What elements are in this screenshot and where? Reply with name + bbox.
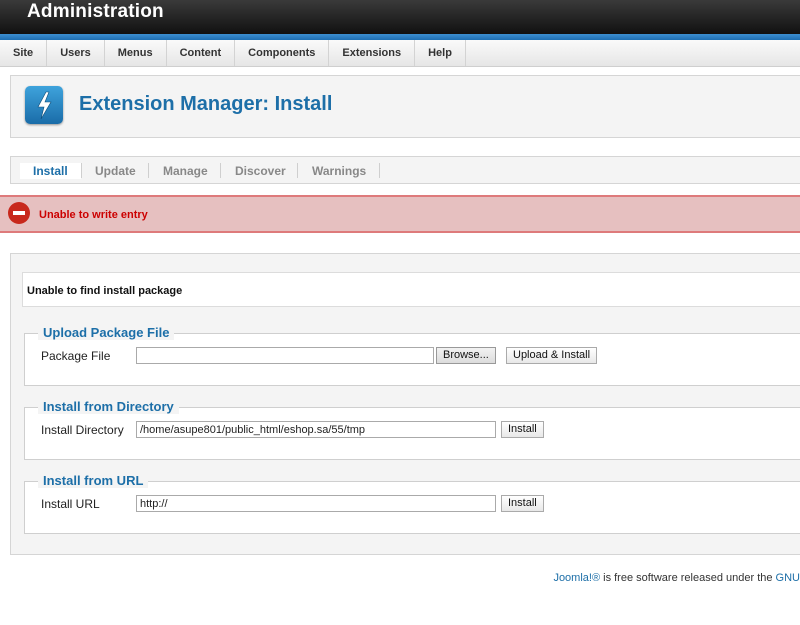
install-url-label: Install URL xyxy=(41,497,100,511)
error-stop-icon xyxy=(8,202,30,224)
browse-button[interactable]: Browse... xyxy=(436,347,496,364)
install-content: Unable to find install package Upload Pa… xyxy=(10,253,800,555)
menu-content[interactable]: Content xyxy=(167,40,236,66)
tab-divider xyxy=(220,163,221,178)
admin-header: Administration xyxy=(0,0,800,34)
menu-users[interactable]: Users xyxy=(47,40,105,66)
submenu-tabs: Install Update Manage Discover Warnings xyxy=(10,156,800,184)
tab-install[interactable]: Install xyxy=(20,163,81,179)
footer-joomla-link[interactable]: Joomla!® xyxy=(553,572,600,584)
error-message: Unable to write entry xyxy=(39,209,148,221)
page-title: Extension Manager: Install xyxy=(79,93,333,115)
tab-manage[interactable]: Manage xyxy=(163,163,208,179)
tab-divider xyxy=(379,163,380,178)
install-directory-input[interactable] xyxy=(136,421,496,438)
menu-site[interactable]: Site xyxy=(0,40,48,66)
footer-text: is free software released under the xyxy=(600,572,776,584)
footer: Joomla!® is free software released under… xyxy=(553,572,800,584)
install-directory-label: Install Directory xyxy=(41,423,124,437)
extension-lightning-icon xyxy=(25,86,63,124)
install-url-input[interactable] xyxy=(136,495,496,512)
tab-divider xyxy=(148,163,149,178)
notice-box: Unable to find install package xyxy=(22,272,800,307)
upload-package-panel: Upload Package File Package File Browse.… xyxy=(24,325,800,386)
admin-title: Administration xyxy=(27,1,164,22)
menu-menus[interactable]: Menus xyxy=(105,40,167,66)
notice-message: Unable to find install package xyxy=(27,285,183,297)
tab-warnings[interactable]: Warnings xyxy=(312,163,366,179)
install-directory-legend: Install from Directory xyxy=(38,399,179,414)
install-url-panel: Install from URL Install URL Install xyxy=(24,473,800,534)
footer-gnu-link[interactable]: GNU xyxy=(776,572,800,584)
menu-help[interactable]: Help xyxy=(415,40,466,66)
install-url-legend: Install from URL xyxy=(38,473,149,488)
tab-update[interactable]: Update xyxy=(95,163,136,179)
package-file-label: Package File xyxy=(41,349,111,363)
package-file-input[interactable] xyxy=(136,347,434,364)
upload-install-button[interactable]: Upload & Install xyxy=(506,347,598,364)
error-message-bar: Unable to write entry xyxy=(0,195,800,233)
tab-divider xyxy=(81,163,82,178)
tab-divider xyxy=(297,163,298,178)
menu-extensions[interactable]: Extensions xyxy=(329,40,416,66)
install-directory-panel: Install from Directory Install Directory… xyxy=(24,399,800,460)
menu-components[interactable]: Components xyxy=(235,40,330,66)
upload-package-legend: Upload Package File xyxy=(38,325,175,340)
install-url-button[interactable]: Install xyxy=(501,495,544,512)
install-directory-button[interactable]: Install xyxy=(501,421,544,438)
tab-discover[interactable]: Discover xyxy=(235,163,286,179)
main-menu-bar: Site Users Menus Content Components Exte… xyxy=(0,40,800,67)
page-title-box: Extension Manager: Install xyxy=(10,75,800,138)
